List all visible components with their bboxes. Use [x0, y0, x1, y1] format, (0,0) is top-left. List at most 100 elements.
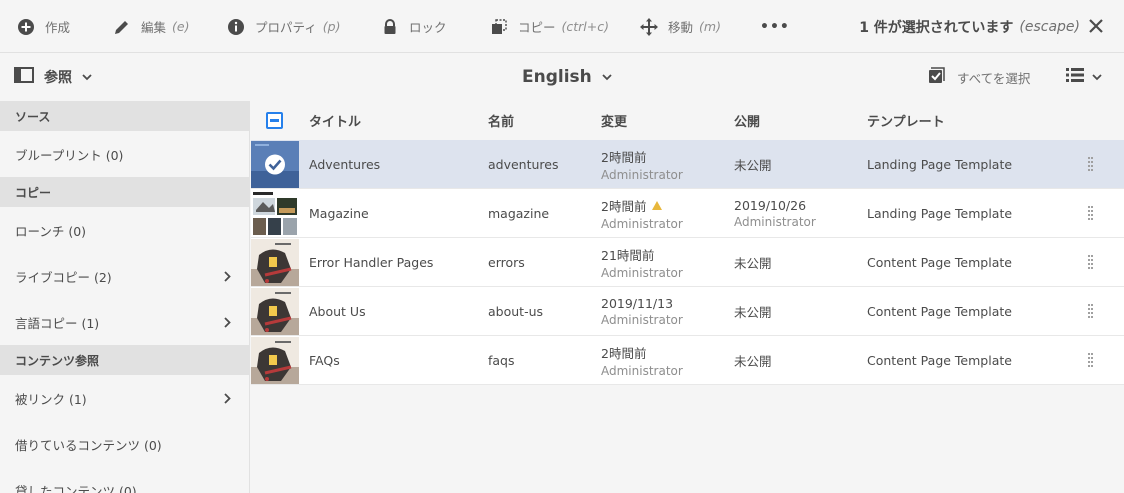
column-header-template[interactable]: テンプレート [867, 101, 945, 139]
row-drag-handle[interactable] [1088, 304, 1094, 320]
rail-item-live-copies[interactable]: ライブコピー (2) [0, 253, 249, 299]
table-row[interactable]: Adventures adventures 2時間前 Administrator … [251, 140, 1124, 189]
table-row[interactable]: About Us about-us 2019/11/13 Administrato… [251, 287, 1124, 336]
selection-count-text: 1 件が選択されています [859, 19, 1014, 36]
chevron-right-icon [224, 270, 231, 285]
warning-icon [652, 201, 663, 210]
header-bar: 参照 English すべてを選択 [0, 53, 1124, 101]
copy-icon [489, 17, 509, 37]
properties-shortcut: (p) [322, 19, 341, 34]
view-switcher[interactable] [1066, 53, 1102, 101]
rail-item-blueprint[interactable]: ブループリント (0) [0, 131, 249, 177]
row-template-cell: Content Page Template [867, 353, 1012, 368]
chevron-right-icon [224, 392, 231, 407]
select-all-label: すべてを選択 [957, 70, 1031, 86]
rail-item-label: 借りているコンテンツ (0) [15, 437, 162, 453]
copy-shortcut: (ctrl+c) [561, 19, 610, 34]
rail-item-label: ローンチ (0) [15, 223, 87, 239]
row-drag-handle[interactable] [1088, 206, 1094, 222]
rail-item-label: 被リンク (1) [15, 391, 87, 407]
select-all-checkbox[interactable] [266, 112, 283, 129]
rail-item-label: ライブコピー (2) [15, 269, 112, 285]
selection-status: 1 件が選択されています (escape) [859, 0, 1080, 53]
rail-item-label: 貸したコンテンツ (0) [15, 483, 137, 493]
row-template-cell: Landing Page Template [867, 206, 1013, 221]
lock-icon [380, 17, 400, 37]
edit-shortcut: (e) [172, 19, 190, 34]
close-icon [1089, 19, 1103, 33]
table-row[interactable]: FAQs faqs 2時間前 Administrator 未公開 Content … [251, 336, 1124, 385]
row-template-cell: Content Page Template [867, 255, 1012, 270]
move-button[interactable]: 移動 (m) [639, 0, 721, 53]
chevron-down-icon [1092, 70, 1102, 85]
row-drag-handle[interactable] [1088, 353, 1094, 369]
row-template-cell: Landing Page Template [867, 157, 1013, 172]
rail-item-lent-content[interactable]: 貸したコンテンツ (0) [0, 467, 249, 493]
rail-item-borrowed-content[interactable]: 借りているコンテンツ (0) [0, 421, 249, 467]
row-published-cell: 未公開 [734, 256, 772, 271]
row-thumbnail[interactable] [251, 288, 299, 335]
list-view-icon [1066, 67, 1084, 87]
close-selection-button[interactable] [1086, 16, 1106, 36]
row-name-cell: adventures [488, 157, 559, 172]
references-rail: ソース ブループリント (0) コピー ローンチ (0) ライブコピー (2) … [0, 101, 250, 493]
rail-item-label: ブループリント (0) [15, 147, 124, 163]
language-selector[interactable]: English [522, 53, 612, 101]
row-published-cell: 2019/10/26 Administrator [734, 198, 816, 229]
move-icon [639, 17, 659, 37]
rail-item-launches[interactable]: ローンチ (0) [0, 207, 249, 253]
create-label: 作成 [45, 20, 71, 35]
chevron-right-icon [224, 316, 231, 331]
pencil-icon [112, 17, 132, 37]
rail-item-references[interactable]: 被リンク (1) [0, 375, 249, 421]
row-thumbnail[interactable] [251, 190, 299, 237]
row-published-cell: 未公開 [734, 305, 772, 320]
rail-item-language-copies[interactable]: 言語コピー (1) [0, 299, 249, 345]
row-name-cell: magazine [488, 206, 550, 221]
row-published-cell: 未公開 [734, 354, 772, 369]
select-all-button[interactable]: すべてを選択 [928, 53, 1030, 101]
row-name-cell: about-us [488, 304, 544, 319]
edit-button[interactable]: 編集 (e) [112, 0, 189, 53]
row-thumbnail[interactable] [251, 239, 299, 286]
row-modified-cell: 21時間前 Administrator [601, 248, 683, 280]
row-title-cell: Magazine [309, 206, 369, 221]
table-row[interactable]: Error Handler Pages errors 21時間前 Administ… [251, 238, 1124, 287]
row-title-cell: Adventures [309, 157, 381, 172]
select-all-icon [928, 66, 945, 88]
row-thumbnail-selected[interactable] [251, 141, 299, 188]
rail-section-header: ソース [0, 101, 249, 131]
properties-label: プロパティ [255, 20, 317, 35]
row-drag-handle[interactable] [1088, 255, 1094, 271]
row-thumbnail[interactable] [251, 337, 299, 384]
pages-table: タイトル 名前 変更 公開 テンプレート Adventures adventur… [251, 101, 1124, 493]
more-actions-button[interactable]: ••• [760, 0, 790, 53]
properties-button[interactable]: プロパティ (p) [226, 0, 340, 53]
row-published-cell: 未公開 [734, 158, 772, 173]
row-drag-handle[interactable] [1088, 157, 1094, 173]
rail-toggle-label: 参照 [44, 70, 72, 86]
column-header-published[interactable]: 公開 [734, 101, 760, 139]
row-name-cell: faqs [488, 353, 515, 368]
row-modified-cell: 2019/11/13 Administrator [601, 296, 683, 327]
copy-button[interactable]: コピー (ctrl+c) [489, 0, 609, 53]
copy-label: コピー [518, 20, 556, 35]
row-modified-cell: 2時間前 Administrator [601, 199, 683, 231]
rail-item-label: 言語コピー (1) [15, 315, 100, 331]
table-row[interactable]: Magazine magazine 2時間前 Administrator 2019… [251, 189, 1124, 238]
action-bar: 作成 編集 (e) プロパティ (p) ロック コピー (ctrl+c) 移動 … [0, 0, 1124, 53]
row-modified-cell: 2時間前 Administrator [601, 346, 683, 378]
column-header-name[interactable]: 名前 [488, 101, 514, 139]
row-template-cell: Content Page Template [867, 304, 1012, 319]
edit-label: 編集 [141, 20, 167, 35]
row-name-cell: errors [488, 255, 525, 270]
create-button[interactable]: 作成 [16, 0, 70, 53]
add-circle-icon [16, 17, 36, 37]
row-title-cell: About Us [309, 304, 366, 319]
column-header-modified[interactable]: 変更 [601, 101, 627, 139]
rail-toggle-button[interactable]: 参照 [14, 53, 92, 101]
lock-button[interactable]: ロック [380, 0, 447, 53]
row-title-cell: Error Handler Pages [309, 255, 434, 270]
rail-section-header: コピー [0, 177, 249, 207]
column-header-title[interactable]: タイトル [309, 101, 361, 139]
